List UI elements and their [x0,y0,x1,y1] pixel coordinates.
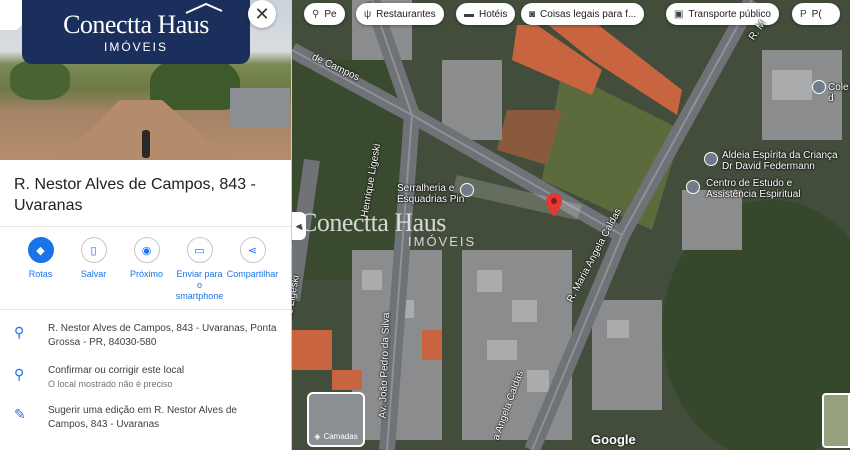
roof-icon [185,2,223,14]
nearby-label: Próximo [129,269,163,279]
suggest-edit-text: Sugerir uma edição em R. Nestor Alves de… [48,405,237,430]
hotel-icon: ▬ [464,8,474,20]
poi-marker-icon[interactable] [686,180,700,194]
layers-label: Camadas [323,432,358,441]
confirm-location-note: O local mostrado não é preciso [48,379,173,389]
poi-label-serralheria[interactable]: Serralheria e Esquadrias Pin [397,183,477,205]
action-bar: ◆ Rotas ▯ Salvar ◉ Próximo ▭ Enviar para… [0,227,291,309]
close-icon: ✕ [254,3,270,24]
chip-people-label: Pe [324,8,337,20]
watermark-brand: Conectta Haus [300,208,446,237]
restaurant-icon: ψ [364,8,372,20]
chip-things-to-do[interactable]: ◙ Coisas legais para f... [521,3,645,25]
directions-button[interactable]: ◆ Rotas [14,237,67,309]
confirm-location-text: Confirmar ou corrigir este local O local… [48,364,277,390]
poi-label-aldeia[interactable]: Aldeia Espírita da Criança Dr David Fede… [722,150,842,172]
location-pin-icon: ⚲ [14,366,25,382]
send-to-phone-label: Enviar para o smartphone [175,269,224,301]
address-text: R. Nestor Alves de Campos, 843 - Uvarana… [48,323,277,348]
maps-window: { "brand": { "name": "Conectta Haus", "t… [0,0,850,450]
bookmark-icon: ▯ [80,237,107,263]
google-attribution: Google [591,432,636,447]
layers-button[interactable]: ◈ Camadas [307,392,365,447]
brand-tagline: IMÓVEIS [103,40,168,54]
save-label: Salvar [80,269,107,279]
person-icon: ⚲ [312,8,320,20]
send-to-phone-button[interactable]: ▭ Enviar para o smartphone [173,237,226,309]
person-silhouette [142,130,150,158]
layers-icon: ◈ [314,432,321,441]
place-panel: Conectta Haus IMÓVEIS ✕ R. Nestor Alves … [0,0,292,450]
tree-shape [10,60,70,100]
camera-icon: ◙ [529,8,536,20]
poi-label-colegio[interactable]: Cole d [828,82,850,104]
chip-restaurants-label: Restaurantes [376,8,436,20]
share-button[interactable]: ⋖ Compartilhar [226,237,279,309]
phone-icon: ▭ [186,237,213,263]
location-pin-icon: ⚲ [14,324,25,340]
address-row[interactable]: ⚲ R. Nestor Alves de Campos, 843 - Uvara… [0,310,291,356]
parking-icon: P [800,8,807,20]
chip-hotels-label: Hotéis [479,8,508,20]
close-button[interactable]: ✕ [248,0,276,28]
nearby-icon: ◉ [133,237,160,263]
nearby-button[interactable]: ◉ Próximo [120,237,173,309]
search-box-edge[interactable] [0,0,22,30]
poi-label-centro[interactable]: Centro de Estudo e Assistência Espiritua… [706,178,816,200]
directions-icon: ◆ [27,237,54,263]
chip-restaurants[interactable]: ψ Restaurantes [356,3,444,25]
poi-marker-icon[interactable] [812,80,826,94]
chip-parking[interactable]: P P( [792,3,840,25]
share-icon: ⋖ [239,237,266,263]
chip-hotels[interactable]: ▬ Hotéis [456,3,516,25]
confirm-location-row[interactable]: ⚲ Confirmar ou corrigir este local O loc… [0,356,291,396]
place-title: R. Nestor Alves de Campos, 843 - Uvarana… [14,176,256,214]
street-view-photo[interactable]: Conectta Haus IMÓVEIS ✕ [0,0,291,160]
chip-things-to-do-label: Coisas legais para f... [540,8,637,20]
directions-label: Rotas [28,269,53,279]
pencil-icon: ✎ [14,406,26,422]
watermark-tagline: IMÓVEIS [408,234,477,249]
satellite-map[interactable]: ⚲ Pe ψ Restaurantes ▬ Hotéis ◙ Coisas legais… [292,0,850,450]
suggest-edit-row[interactable]: ✎ Sugerir uma edição em R. Nestor Alves … [0,396,291,438]
chip-people[interactable]: ⚲ Pe [304,3,345,25]
confirm-location-label: Confirmar ou corrigir este local [48,365,185,376]
save-button[interactable]: ▯ Salvar [67,237,120,309]
house-shape [230,88,290,128]
chip-parking-label: P( [811,8,822,20]
street-view-thumbnail[interactable] [822,393,850,448]
share-label: Compartilhar [226,269,279,279]
brand-watermark: Conectta Haus IMÓVEIS [300,208,474,249]
poi-marker-icon[interactable] [704,152,718,166]
transit-icon: ▣ [674,8,684,20]
location-pin-icon[interactable] [546,193,562,217]
brand-logo: Conectta Haus IMÓVEIS [22,0,250,64]
